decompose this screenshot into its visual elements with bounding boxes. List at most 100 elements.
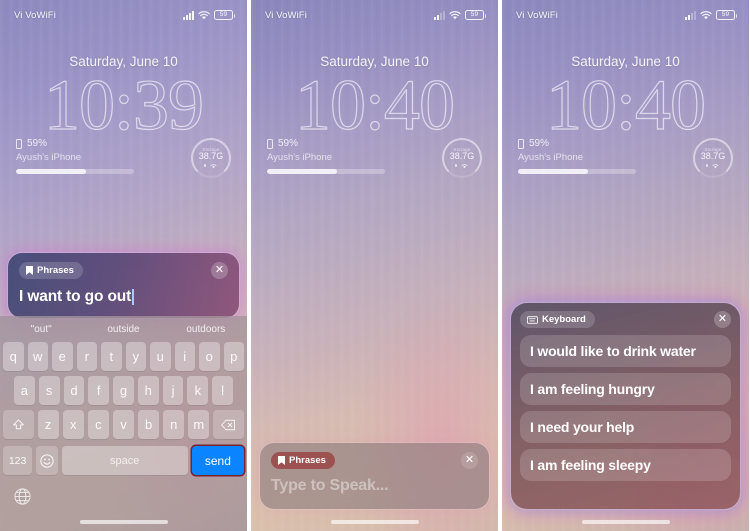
bookmark-icon (26, 266, 33, 275)
battery-level-text: 59 (721, 10, 730, 18)
key-h[interactable]: h (137, 376, 159, 405)
send-button[interactable]: send (191, 446, 244, 475)
battery-widget-row: 59% (518, 138, 636, 149)
key-d[interactable]: d (63, 376, 85, 405)
screenshot-strip: Vi VoWiFi 59 Saturday, June 10 10:39 59%… (0, 0, 750, 531)
storage-ring-widget[interactable]: Storage 38.7G (191, 138, 231, 178)
wifi-icon (700, 10, 712, 20)
key-r[interactable]: r (76, 342, 97, 371)
backspace-icon[interactable] (213, 410, 244, 439)
lock-widgets: 59% Ayush's iPhone Storage 38.7G (267, 138, 482, 178)
device-name-label: Ayush's iPhone (518, 152, 584, 163)
battery-icon: 59 (465, 10, 486, 20)
storage-ring-widget[interactable]: Storage 38.7G (442, 138, 482, 178)
key-p[interactable]: p (223, 342, 244, 371)
key-a[interactable]: a (13, 376, 35, 405)
key-l[interactable]: l (212, 376, 234, 405)
battery-widget[interactable]: 59% Ayush's iPhone (518, 138, 636, 174)
cellular-bars-icon (434, 10, 445, 20)
composer-text-value: I want to go out (19, 288, 132, 305)
composer-header: Phrases ✕ (271, 452, 478, 469)
phrases-pill-button[interactable]: Phrases (271, 452, 335, 469)
phrase-item[interactable]: I am feeling sleepy (520, 449, 731, 481)
phone-panel-1: Vi VoWiFi 59 Saturday, June 10 10:39 59%… (0, 0, 247, 531)
key-v[interactable]: v (112, 410, 135, 439)
close-icon[interactable]: ✕ (461, 452, 478, 469)
ring-value: 38.7G (449, 151, 475, 161)
device-name-label: Ayush's iPhone (16, 152, 82, 163)
key-m[interactable]: m (188, 410, 210, 439)
key-x[interactable]: x (62, 410, 84, 439)
lock-time: 10:40 (294, 65, 455, 145)
battery-widget[interactable]: 59% Ayush's iPhone (267, 138, 385, 174)
ring-sub-icons (705, 162, 721, 169)
key-s[interactable]: s (38, 376, 60, 405)
wifi-icon (198, 10, 210, 20)
phrase-composer[interactable]: Phrases ✕ Type to Speak... (260, 443, 489, 509)
phone-panel-3: Vi VoWiFi 59 Saturday, June 10 10:40 59%… (502, 0, 749, 531)
numbers-key[interactable]: 123 (3, 446, 33, 475)
lock-widgets: 59% Ayush's iPhone Storage 38.7G (518, 138, 733, 178)
text-caret (132, 289, 134, 305)
key-b[interactable]: b (138, 410, 160, 439)
emoji-icon[interactable] (36, 446, 58, 475)
storage-ring-widget[interactable]: Storage 38.7G (693, 138, 733, 178)
suggestion-0[interactable]: "out" (0, 324, 82, 335)
carrier-label: Vi VoWiFi (516, 9, 558, 21)
ring-sub-icons (203, 162, 219, 169)
wifi-small-icon (712, 164, 719, 169)
phrase-item[interactable]: I need your help (520, 411, 731, 443)
bookmark-icon (278, 456, 285, 465)
key-j[interactable]: j (162, 376, 184, 405)
keyboard-row-3: z x c v b n m (0, 410, 247, 439)
key-t[interactable]: t (101, 342, 122, 371)
composer-text-field[interactable]: I want to go out (19, 288, 228, 306)
key-k[interactable]: k (187, 376, 209, 405)
phrase-composer[interactable]: Phrases ✕ I want to go out (8, 253, 239, 318)
key-w[interactable]: w (27, 342, 48, 371)
suggestion-2[interactable]: outdoors (165, 324, 247, 335)
battery-progress-bar (267, 169, 385, 174)
wifi-icon (449, 10, 461, 20)
keyboard-row-1: q w e r t y u i o p (0, 342, 247, 371)
shift-icon[interactable] (3, 410, 34, 439)
key-g[interactable]: g (113, 376, 134, 405)
phrases-pill-button[interactable]: Phrases (19, 262, 83, 279)
space-key[interactable]: space (61, 446, 188, 475)
status-bar: Vi VoWiFi 59 (502, 0, 749, 24)
ring-sub-icons (454, 162, 470, 169)
globe-icon[interactable] (14, 488, 31, 509)
battery-small-icon (267, 138, 273, 149)
globe-row (0, 480, 247, 510)
key-u[interactable]: u (150, 342, 171, 371)
status-icons: 59 (434, 10, 486, 20)
phrase-item[interactable]: I am feeling hungry (520, 373, 731, 405)
key-f[interactable]: f (88, 376, 110, 405)
keyboard-pill-button[interactable]: Keyboard (520, 311, 595, 328)
suggestion-1[interactable]: outside (82, 324, 164, 335)
ring-value: 38.7G (700, 151, 726, 161)
close-icon[interactable]: ✕ (714, 311, 731, 328)
home-indicator (581, 520, 670, 524)
close-icon[interactable]: ✕ (211, 262, 228, 279)
keyboard-row-4: 123 space send (0, 446, 247, 475)
key-c[interactable]: c (87, 410, 109, 439)
lock-widgets: 59% Ayush's iPhone Storage 38.7G (16, 138, 231, 178)
lock-time: 10:40 (545, 65, 706, 145)
key-z[interactable]: z (37, 410, 59, 439)
battery-percent-text: 59% (27, 138, 48, 149)
key-y[interactable]: y (125, 342, 146, 371)
composer-header: Phrases ✕ (19, 262, 228, 279)
phrase-item[interactable]: I would like to drink water (520, 335, 731, 367)
battery-level-text: 59 (219, 10, 228, 18)
key-i[interactable]: i (174, 342, 195, 371)
key-e[interactable]: e (52, 342, 73, 371)
key-q[interactable]: q (3, 342, 24, 371)
cellular-bars-icon (183, 10, 194, 20)
key-n[interactable]: n (163, 410, 185, 439)
battery-progress-bar (518, 169, 636, 174)
key-o[interactable]: o (199, 342, 220, 371)
battery-level-text: 59 (470, 10, 479, 18)
battery-widget[interactable]: 59% Ayush's iPhone (16, 138, 134, 174)
composer-placeholder[interactable]: Type to Speak... (271, 477, 478, 495)
